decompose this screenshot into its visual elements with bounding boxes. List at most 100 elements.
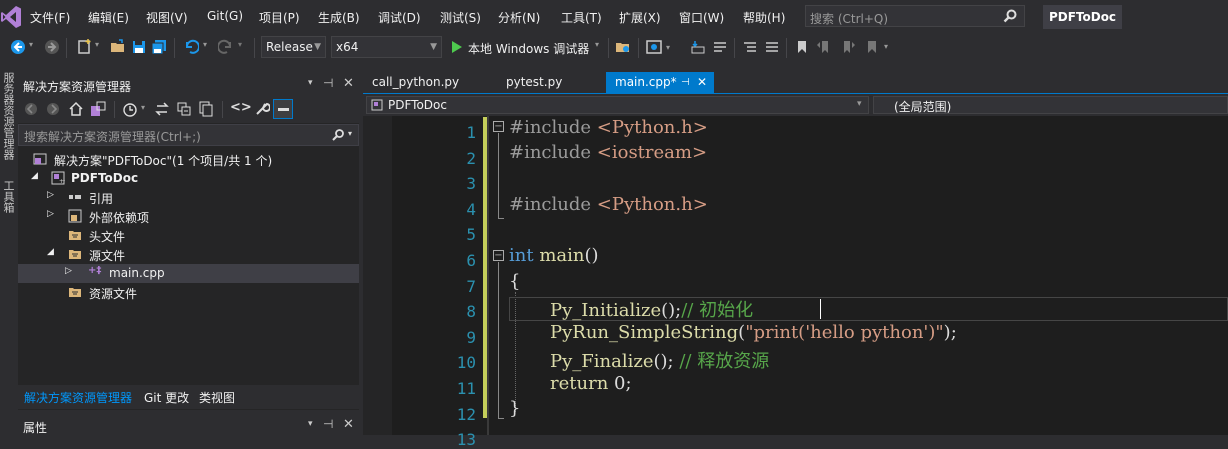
close-tab-icon[interactable]: ✕ (697, 72, 707, 93)
toolbox-tab[interactable]: 工具箱 (0, 180, 15, 213)
undo-icon[interactable] (183, 39, 199, 55)
menu-item[interactable]: 项目(P) (259, 9, 300, 26)
view-code-icon[interactable]: <> (230, 100, 252, 115)
tree-item-external-deps[interactable]: ▷ 外部依赖项 (18, 207, 359, 226)
collapse-region-icon[interactable]: − (493, 121, 504, 132)
line-number: 4 (466, 199, 476, 219)
menu-item[interactable]: 测试(S) (440, 9, 481, 26)
collapse-all-icon[interactable] (176, 101, 192, 117)
platform-select[interactable]: x64 ▼ (331, 36, 442, 58)
menu-item[interactable]: 窗口(W) (679, 9, 724, 26)
save-icon[interactable] (131, 39, 147, 55)
run-button-label[interactable]: 本地 Windows 调试器 (468, 40, 589, 57)
toolbar-separator (734, 38, 735, 58)
menu-item[interactable]: 生成(B) (318, 9, 360, 26)
tab-solution-explorer[interactable]: 解决方案资源管理器 (24, 389, 132, 406)
step-into-icon[interactable] (690, 39, 706, 55)
menu-item[interactable]: 工具(T) (561, 9, 602, 26)
tree-item-main-cpp[interactable]: ▷ +‡ main.cpp (18, 264, 359, 283)
panel-menu-icon[interactable]: ▾ (308, 419, 313, 429)
project-scope-dropdown[interactable]: PDFToDoc ▾ (366, 96, 869, 114)
home-icon[interactable] (68, 101, 84, 117)
configuration-select[interactable]: Release ▼ (261, 36, 326, 58)
next-bookmark-icon[interactable] (840, 39, 856, 55)
clear-bookmarks-icon[interactable] (864, 39, 880, 55)
toolbar-overflow-icon[interactable]: ▾ (884, 42, 888, 51)
save-all-icon[interactable] (151, 39, 167, 55)
open-folder-icon[interactable] (110, 39, 126, 55)
forward-icon[interactable] (44, 39, 60, 55)
close-icon[interactable]: ✕ (343, 417, 354, 432)
solution-search-box[interactable]: 搜索解决方案资源管理器(Ctrl+;) ▾ (18, 124, 359, 146)
back-icon[interactable] (24, 102, 38, 116)
menu-item[interactable]: 分析(N) (498, 9, 540, 26)
collapsed-icon[interactable]: ▷ (65, 266, 75, 276)
pin-icon[interactable]: ⊣ (323, 417, 333, 431)
tab-main-cpp[interactable]: main.cpp* ⊣ ✕ (606, 72, 714, 93)
back-icon[interactable] (10, 39, 26, 55)
pending-changes-filter-icon[interactable] (122, 101, 138, 117)
preview-selected-items-button[interactable] (273, 99, 293, 119)
tab-class-view[interactable]: 类视图 (199, 389, 235, 406)
forward-icon[interactable] (46, 102, 60, 116)
tree-item-label: PDFToDoc (71, 171, 139, 185)
collapsed-icon[interactable]: ▷ (47, 190, 57, 200)
search-options-icon[interactable]: ▾ (348, 129, 352, 138)
uncomment-lines-icon[interactable] (764, 39, 780, 55)
tree-item-solution[interactable]: 解决方案"PDFToDoc"(1 个项目/共 1 个) (18, 150, 359, 169)
properties-wrench-icon[interactable] (254, 101, 270, 117)
code-editor[interactable] (363, 116, 1228, 435)
tab-pytest[interactable]: pytest.py (497, 72, 602, 93)
collapsed-icon[interactable]: ▷ (47, 209, 57, 219)
pin-icon[interactable]: ⊣ (323, 76, 333, 90)
run-dropdown-icon[interactable]: ▾ (595, 40, 599, 49)
switch-views-icon[interactable] (90, 101, 106, 117)
menu-item[interactable]: 扩展(X) (619, 9, 661, 26)
code-line-2: #include <iostream> (509, 142, 707, 163)
new-dropdown-icon[interactable]: ▾ (95, 40, 99, 49)
code-token-comment: // 释放资源 (679, 351, 770, 372)
pin-icon[interactable]: ⊣ (681, 72, 690, 93)
menu-item[interactable]: 帮助(H) (743, 9, 785, 26)
menu-item[interactable]: 文件(F) (30, 9, 70, 26)
code-token-punct: { (509, 271, 521, 292)
global-scope-dropdown[interactable]: (全局范围) (873, 96, 1228, 114)
new-item-icon[interactable] (76, 39, 92, 55)
expanded-icon[interactable]: ◢ (31, 171, 41, 181)
panel-menu-icon[interactable]: ▾ (308, 78, 313, 88)
menu-item[interactable]: 调试(D) (378, 9, 421, 26)
bookmark-icon[interactable] (794, 39, 810, 55)
show-all-files-icon[interactable] (198, 101, 214, 117)
line-number: 7 (466, 276, 476, 296)
search-box[interactable]: 搜索 (Ctrl+Q) (805, 5, 1025, 27)
start-debug-icon[interactable] (452, 41, 462, 53)
step-over-icon[interactable] (712, 39, 728, 55)
browse-icon[interactable] (646, 39, 662, 55)
back-dropdown-icon[interactable]: ▾ (29, 40, 33, 49)
folder-tool-icon[interactable] (615, 39, 631, 55)
redo-icon[interactable] (218, 39, 234, 55)
menu-item[interactable]: 视图(V) (146, 9, 188, 26)
tab-call-python[interactable]: call_python.py (363, 72, 493, 93)
comment-lines-icon[interactable] (742, 39, 758, 55)
chevron-down-icon: ▼ (430, 42, 437, 52)
menu-item[interactable]: Git(G) (207, 9, 243, 23)
tree-item-project[interactable]: ◢ ++ PDFToDoc (18, 169, 359, 188)
tree-item-resource-files[interactable]: 资源文件 (18, 283, 359, 302)
sync-icon[interactable] (154, 101, 170, 117)
prev-bookmark-icon[interactable] (816, 39, 832, 55)
browse-dropdown-icon[interactable]: ▾ (666, 43, 670, 52)
close-icon[interactable]: ✕ (343, 76, 354, 91)
tab-git-changes[interactable]: Git 更改 (144, 389, 189, 406)
server-explorer-tab[interactable]: 服务器资源管理器 (0, 72, 15, 160)
visual-studio-logo-icon[interactable] (0, 5, 22, 29)
filter-dropdown-icon[interactable]: ▾ (141, 103, 145, 112)
tree-item-header-files[interactable]: 头文件 (18, 226, 359, 245)
collapse-region-icon[interactable]: − (493, 250, 504, 261)
tree-item-source-files[interactable]: ◢ 源文件 (18, 245, 359, 264)
undo-dropdown-icon[interactable]: ▾ (203, 40, 207, 49)
tree-item-references[interactable]: ▷ 引用 (18, 188, 359, 207)
menu-item[interactable]: 编辑(E) (88, 9, 129, 26)
redo-dropdown-icon[interactable]: ▾ (238, 40, 242, 49)
expanded-icon[interactable]: ◢ (47, 247, 57, 257)
